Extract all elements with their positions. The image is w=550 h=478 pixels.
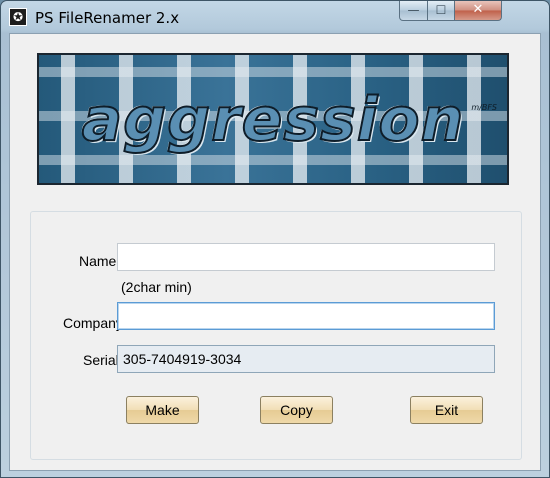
- make-button[interactable]: Make: [126, 396, 199, 424]
- copy-button[interactable]: Copy: [260, 396, 333, 424]
- banner-signature: m/BFS: [471, 103, 497, 112]
- name-input[interactable]: [117, 243, 495, 271]
- company-label: Company: [63, 315, 123, 331]
- minimize-button[interactable]: —: [399, 1, 428, 21]
- form-group: Name (2char min) Company Serial 305-7404…: [30, 211, 522, 460]
- client-area: aggression m/BFS Name (2char min) Compan…: [9, 33, 541, 471]
- company-input[interactable]: [117, 302, 495, 330]
- window-title: PS FileRenamer 2.x: [35, 9, 180, 27]
- title-bar[interactable]: ✪ PS FileRenamer 2.x — ☐ ✕: [1, 1, 549, 33]
- maximize-button[interactable]: ☐: [427, 1, 455, 21]
- banner-logo-text: aggression: [81, 84, 465, 156]
- app-window: ✪ PS FileRenamer 2.x — ☐ ✕ aggression m/…: [0, 0, 550, 478]
- serial-field[interactable]: 305-7404919-3034: [117, 345, 495, 373]
- name-hint: (2char min): [121, 279, 192, 295]
- name-label: Name: [79, 253, 117, 269]
- banner-image: aggression m/BFS: [37, 53, 509, 185]
- exit-button[interactable]: Exit: [410, 396, 483, 424]
- serial-label: Serial: [83, 352, 119, 368]
- app-icon[interactable]: ✪: [9, 8, 27, 26]
- close-button[interactable]: ✕: [454, 1, 502, 21]
